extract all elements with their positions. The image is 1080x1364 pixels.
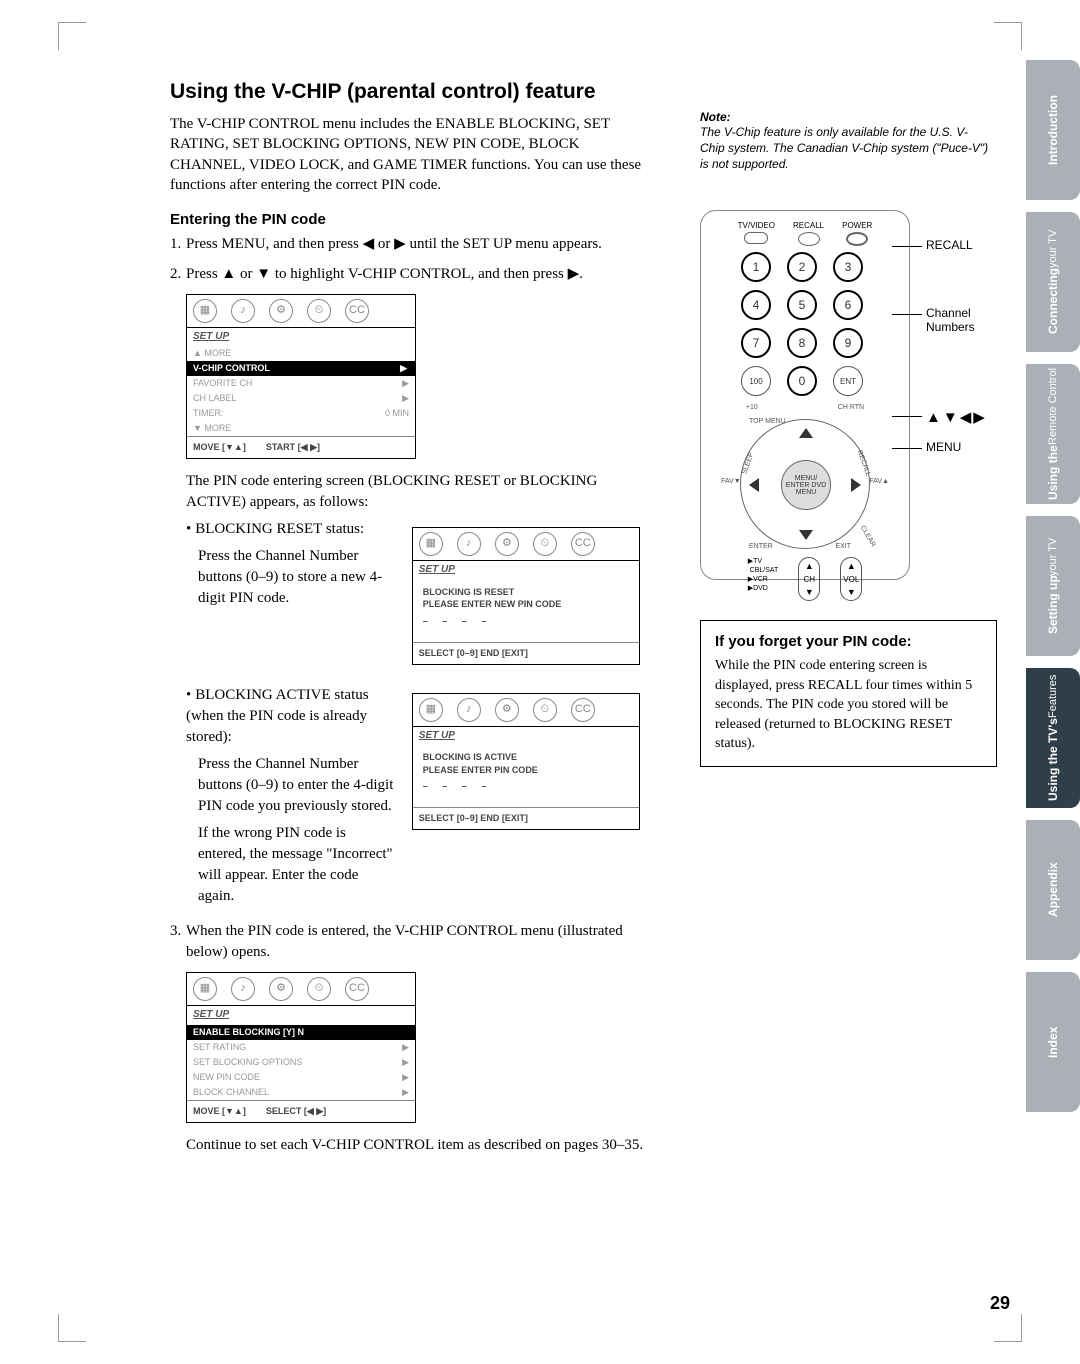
step-3: 3.When the PIN code is entered, the V-CH… [186, 921, 640, 1123]
osd-setup-menu-1: ▦ ♪ ⚙ ⏲ CC SET UP ▲ MORE V-CHIP CONTROL▶… [186, 294, 416, 460]
dpad-right[interactable] [851, 478, 861, 492]
intro-text: The V-CHIP CONTROL menu includes the ENA… [170, 114, 650, 195]
audio-icon: ♪ [231, 977, 255, 1001]
tab-remote[interactable]: Using theRemote Control [1026, 364, 1080, 504]
step-1: 1.Press MENU, and then press ◀ or ▶ unti… [186, 234, 640, 256]
key-9[interactable]: 9 [833, 328, 863, 358]
tab-setup[interactable]: Setting upyour TV [1026, 516, 1080, 656]
steps-list: 1.Press MENU, and then press ◀ or ▶ unti… [170, 234, 640, 1123]
key-2[interactable]: 2 [787, 252, 817, 282]
callout-recall: RECALL [926, 238, 973, 252]
tab-connecting[interactable]: Connectingyour TV [1026, 212, 1080, 352]
note-body: The V-Chip feature is only available for… [700, 124, 990, 173]
key-5[interactable]: 5 [787, 290, 817, 320]
page-number: 29 [990, 1293, 1010, 1314]
dpad-left[interactable] [749, 478, 759, 492]
callout-channel-numbers: ChannelNumbers [926, 306, 975, 334]
osd-vchip-control-menu: ▦ ♪ ⚙ ⏲ CC SET UP ENABLE BLOCKING [Y] N … [186, 972, 416, 1123]
remote-diagram: TV/VIDEO RECALL POWER 1 2 3 4 5 6 7 8 9 … [700, 210, 1000, 580]
timer-icon: ⏲ [533, 532, 557, 556]
step-2: 2.Press ▲ or ▼ to highlight V-CHIP CONTR… [186, 264, 640, 913]
tab-features[interactable]: Using the TV'sFeatures [1026, 668, 1080, 808]
forgot-pin-box: If you forget your PIN code: While the P… [700, 620, 997, 767]
key-4[interactable]: 4 [741, 290, 771, 320]
callout-arrows: ▲▼◀▶ [926, 408, 987, 426]
picture-icon: ▦ [419, 532, 443, 556]
keypad: 1 2 3 4 5 6 7 8 9 100 0 ENT [711, 252, 899, 398]
callout-menu: MENU [926, 440, 961, 454]
dpad-down[interactable] [799, 530, 813, 540]
key-8[interactable]: 8 [787, 328, 817, 358]
audio-icon: ♪ [457, 698, 481, 722]
page-title: Using the V-CHIP (parental control) feat… [170, 80, 990, 104]
side-tabs: Introduction Connectingyour TV Using the… [1026, 60, 1080, 1112]
menu-enter-button[interactable]: MENU/ ENTER DVD MENU [781, 460, 831, 510]
mode-list: ▶TV CBL/SAT ▶VCR ▶DVD [748, 557, 779, 601]
tab-introduction[interactable]: Introduction [1026, 60, 1080, 200]
sliders-icon: ⚙ [495, 532, 519, 556]
key-7[interactable]: 7 [741, 328, 771, 358]
cc-icon: CC [345, 299, 369, 323]
sliders-icon: ⚙ [269, 977, 293, 1001]
key-6[interactable]: 6 [833, 290, 863, 320]
audio-icon: ♪ [457, 532, 481, 556]
cc-icon: CC [345, 977, 369, 1001]
osd-blocking-active: ▦ ♪ ⚙ ⏲ CC SET UP BLOCKING IS ACTIVE PLE… [412, 693, 640, 830]
key-ent[interactable]: ENT [833, 366, 863, 396]
timer-icon: ⏲ [307, 299, 331, 323]
picture-icon: ▦ [193, 299, 217, 323]
note-title: Note: [700, 110, 990, 124]
cc-icon: CC [571, 698, 595, 722]
after-menu-text: The PIN code entering screen (BLOCKING R… [186, 471, 640, 513]
cc-icon: CC [571, 532, 595, 556]
key-1[interactable]: 1 [741, 252, 771, 282]
dpad-ring: TOP MENU SLEEP RECALL ENTER EXIT CLEAR M… [740, 419, 870, 549]
picture-icon: ▦ [419, 698, 443, 722]
vol-rocker[interactable]: ▲VOL▼ [840, 557, 862, 601]
sliders-icon: ⚙ [269, 299, 293, 323]
sliders-icon: ⚙ [495, 698, 519, 722]
recall-button[interactable] [798, 232, 820, 246]
forgot-body: While the PIN code entering screen is di… [715, 656, 982, 754]
dpad-up[interactable] [799, 428, 813, 438]
note-box: Note: The V-Chip feature is only availab… [700, 110, 990, 173]
audio-icon: ♪ [231, 299, 255, 323]
osd-blocking-reset: ▦ ♪ ⚙ ⏲ CC SET UP BLOCKING IS RESET PLEA… [412, 527, 640, 664]
tab-appendix[interactable]: Appendix [1026, 820, 1080, 960]
forgot-title: If you forget your PIN code: [715, 633, 982, 650]
key-3[interactable]: 3 [833, 252, 863, 282]
ch-rocker[interactable]: ▲CH▼ [798, 557, 820, 601]
bullet-reset: •BLOCKING RESET status: Press the Channe… [186, 519, 640, 676]
timer-icon: ⏲ [307, 977, 331, 1001]
power-button[interactable] [846, 232, 868, 246]
tvvideo-button[interactable] [744, 232, 768, 244]
tab-index[interactable]: Index [1026, 972, 1080, 1112]
timer-icon: ⏲ [533, 698, 557, 722]
key-0[interactable]: 0 [787, 366, 817, 396]
bullet-active: •BLOCKING ACTIVE status (when the PIN co… [186, 685, 640, 913]
key-100[interactable]: 100 [741, 366, 771, 396]
closing-text: Continue to set each V-CHIP CONTROL item… [186, 1135, 646, 1156]
picture-icon: ▦ [193, 977, 217, 1001]
